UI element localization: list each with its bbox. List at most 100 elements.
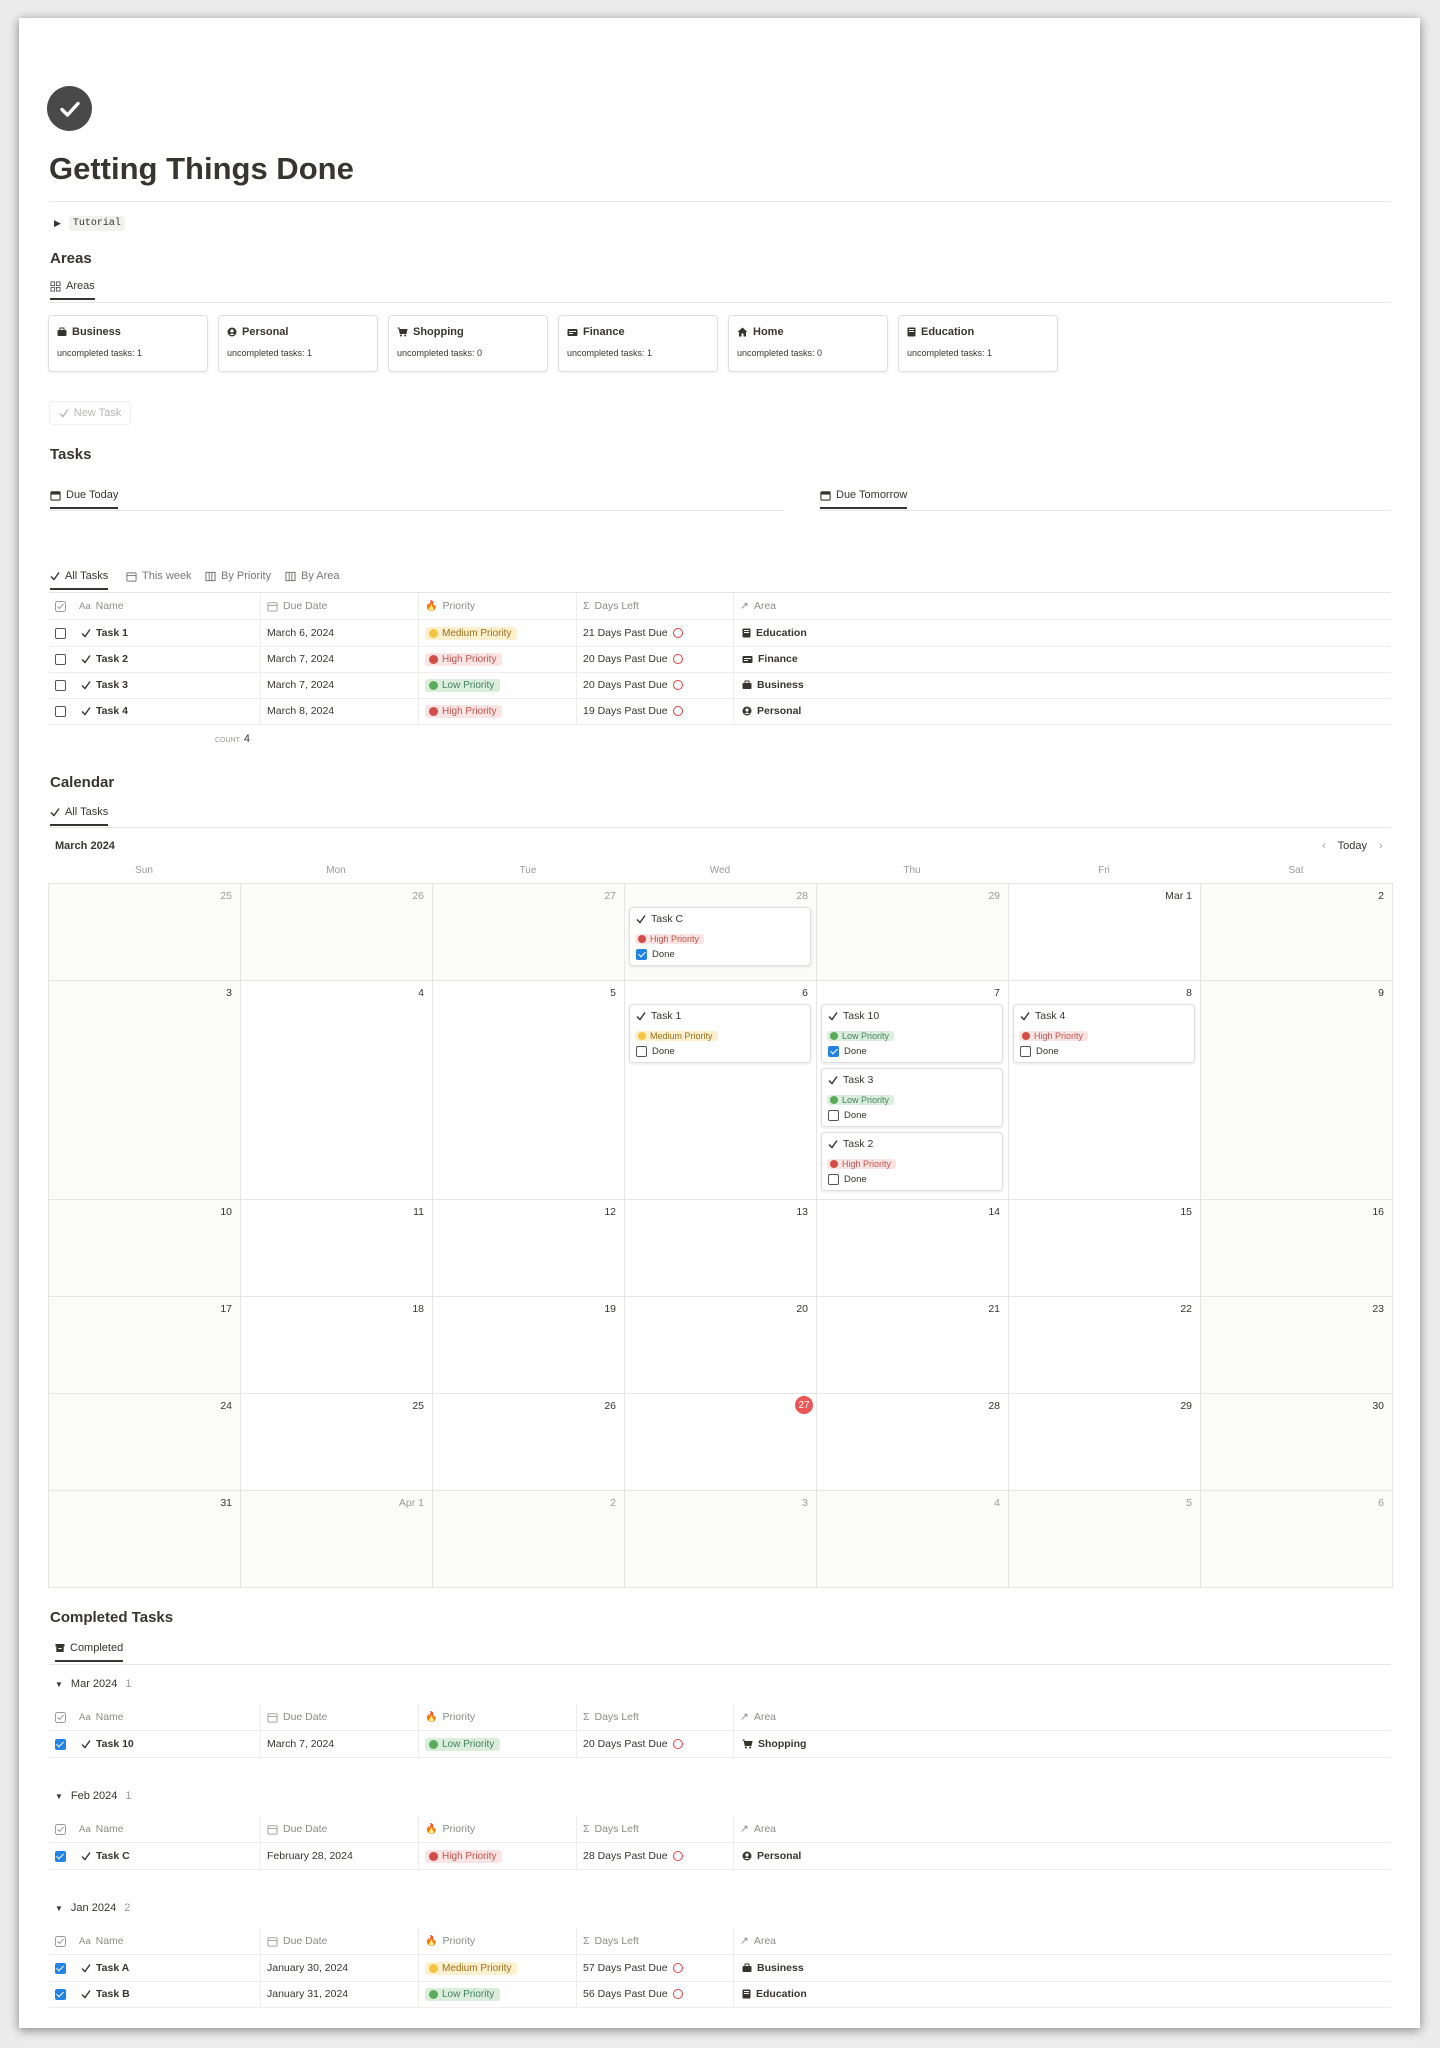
table-row[interactable]: Task C February 28, 2024 High Priority 2… — [49, 1843, 1391, 1870]
row-checkbox[interactable] — [54, 679, 66, 691]
count-summary[interactable]: COUNT 4 — [215, 733, 250, 745]
table-row[interactable]: Task 4 March 8, 2024 High Priority 19 Da… — [49, 698, 1391, 725]
column-due-date[interactable]: Due Date — [283, 1935, 327, 1947]
calendar-day[interactable]: 6 Task 1 Medium Priority Done — [625, 981, 817, 1200]
tab-due-tomorrow[interactable]: Due Tomorrow — [820, 489, 908, 509]
area-link[interactable]: Business — [757, 679, 804, 691]
column-days-left[interactable]: Days Left — [595, 1935, 639, 1947]
calendar-day[interactable]: Apr 1 — [241, 1491, 433, 1588]
calendar-day[interactable]: 7 Task 10 Low Priority Done Task 3 Low P… — [817, 981, 1009, 1200]
calendar-day[interactable]: 17 — [49, 1297, 241, 1394]
calendar-day[interactable]: 29 — [1009, 1394, 1201, 1491]
calendar-day[interactable]: 14 — [817, 1200, 1009, 1297]
column-days-left[interactable]: Days Left — [595, 1823, 639, 1835]
chevron-left-icon[interactable]: ‹ — [1322, 840, 1326, 852]
group-header[interactable]: ▼ Mar 2024 1 — [55, 1678, 132, 1690]
calendar-day[interactable]: 16 — [1201, 1200, 1393, 1297]
calendar-event-card[interactable]: Task C High Priority Done — [629, 907, 811, 966]
area-card-business[interactable]: Business uncompleted tasks: 1 — [48, 315, 208, 372]
column-name[interactable]: Name — [96, 600, 124, 612]
row-checkbox[interactable] — [54, 627, 66, 639]
calendar-day[interactable]: 4 — [241, 981, 433, 1200]
row-checkbox[interactable] — [54, 1850, 66, 1862]
column-name[interactable]: Name — [96, 1935, 124, 1947]
group-header[interactable]: ▼ Jan 2024 2 — [55, 1902, 130, 1914]
row-checkbox[interactable] — [54, 1738, 66, 1750]
area-card-personal[interactable]: Personal uncompleted tasks: 1 — [218, 315, 378, 372]
calendar-day[interactable]: 26 — [241, 884, 433, 981]
tab-by-area[interactable]: By Area — [285, 570, 340, 588]
column-priority[interactable]: Priority — [442, 600, 475, 612]
tab-due-today[interactable]: Due Today — [50, 489, 119, 509]
column-name[interactable]: Name — [96, 1711, 124, 1723]
task-name[interactable]: Task B — [96, 1988, 130, 2000]
calendar-day[interactable]: 5 — [1009, 1491, 1201, 1588]
calendar-event-card[interactable]: Task 2 High Priority Done — [821, 1132, 1003, 1191]
calendar-day[interactable]: 2 — [1201, 884, 1393, 981]
tutorial-toggle[interactable]: ▶ Tutorial — [54, 216, 125, 231]
calendar-event-card[interactable]: Task 3 Low Priority Done — [821, 1068, 1003, 1127]
tab-all-tasks[interactable]: All Tasks — [50, 570, 109, 590]
column-due-date[interactable]: Due Date — [283, 1711, 327, 1723]
calendar-event-card[interactable]: Task 10 Low Priority Done — [821, 1004, 1003, 1063]
column-priority[interactable]: Priority — [442, 1711, 475, 1723]
tab-by-priority[interactable]: By Priority — [205, 570, 271, 588]
chevron-right-icon[interactable]: › — [1379, 840, 1383, 852]
column-area[interactable]: Area — [754, 1935, 776, 1947]
calendar-day[interactable]: 12 — [433, 1200, 625, 1297]
done-checkbox[interactable] — [636, 1046, 647, 1057]
calendar-day[interactable]: 18 — [241, 1297, 433, 1394]
column-area[interactable]: Area — [754, 1823, 776, 1835]
calendar-day[interactable]: 22 — [1009, 1297, 1201, 1394]
area-link[interactable]: Personal — [757, 1850, 801, 1862]
area-card-shopping[interactable]: Shopping uncompleted tasks: 0 — [388, 315, 548, 372]
table-row[interactable]: Task B January 31, 2024 Low Priority 56 … — [49, 1981, 1391, 2008]
calendar-day[interactable]: 31 — [49, 1491, 241, 1588]
column-priority[interactable]: Priority — [442, 1823, 475, 1835]
task-name[interactable]: Task C — [96, 1850, 130, 1862]
column-name[interactable]: Name — [96, 1823, 124, 1835]
column-days-left[interactable]: Days Left — [595, 600, 639, 612]
task-name[interactable]: Task A — [96, 1962, 129, 1974]
calendar-day[interactable]: 27 — [433, 884, 625, 981]
area-link[interactable]: Education — [756, 1988, 807, 2000]
calendar-day[interactable]: 21 — [817, 1297, 1009, 1394]
column-due-date[interactable]: Due Date — [283, 600, 327, 612]
calendar-day[interactable]: 8 Task 4 High Priority Done — [1009, 981, 1201, 1200]
calendar-day[interactable]: 24 — [49, 1394, 241, 1491]
calendar-day[interactable]: 3 — [49, 981, 241, 1200]
calendar-day[interactable]: 5 — [433, 981, 625, 1200]
calendar-day[interactable]: 13 — [625, 1200, 817, 1297]
task-name[interactable]: Task 3 — [96, 679, 128, 691]
calendar-day[interactable]: 26 — [433, 1394, 625, 1491]
calendar-day[interactable]: Mar 1 — [1009, 884, 1201, 981]
done-checkbox[interactable] — [828, 1046, 839, 1057]
task-name[interactable]: Task 1 — [96, 627, 128, 639]
task-name[interactable]: Task 2 — [96, 653, 128, 665]
calendar-event-card[interactable]: Task 4 High Priority Done — [1013, 1004, 1195, 1063]
area-link[interactable]: Personal — [757, 705, 801, 717]
area-link[interactable]: Shopping — [758, 1738, 806, 1750]
done-checkbox[interactable] — [828, 1110, 839, 1121]
calendar-day-today[interactable]: 27 — [625, 1394, 817, 1491]
calendar-day[interactable]: 28 Task C High Priority Done — [625, 884, 817, 981]
tab-calendar-all-tasks[interactable]: All Tasks — [50, 806, 109, 826]
calendar-day[interactable]: 11 — [241, 1200, 433, 1297]
done-checkbox[interactable] — [636, 949, 647, 960]
area-link[interactable]: Finance — [758, 653, 798, 665]
tab-this-week[interactable]: This week — [126, 570, 192, 588]
row-checkbox[interactable] — [54, 1962, 66, 1974]
task-name[interactable]: Task 10 — [96, 1738, 134, 1750]
column-area[interactable]: Area — [754, 600, 776, 612]
table-row[interactable]: Task 10 March 7, 2024 Low Priority 20 Da… — [49, 1731, 1391, 1758]
calendar-day[interactable]: 30 — [1201, 1394, 1393, 1491]
check-circle-icon[interactable] — [47, 86, 92, 131]
task-name[interactable]: Task 4 — [96, 705, 128, 717]
table-row[interactable]: Task 1 March 6, 2024 Medium Priority 21 … — [49, 620, 1391, 647]
new-task-button[interactable]: New Task — [49, 401, 131, 425]
today-button[interactable]: Today — [1338, 840, 1367, 852]
calendar-day[interactable]: 25 — [49, 884, 241, 981]
area-card-education[interactable]: Education uncompleted tasks: 1 — [898, 315, 1058, 372]
area-card-finance[interactable]: Finance uncompleted tasks: 1 — [558, 315, 718, 372]
row-checkbox[interactable] — [54, 705, 66, 717]
